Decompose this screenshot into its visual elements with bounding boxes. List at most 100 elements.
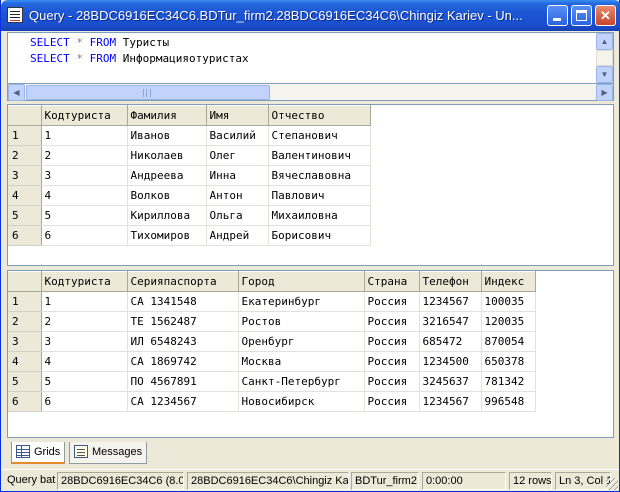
table-row[interactable]: 2 2 Николаев Олег Валентинович: [8, 145, 371, 166]
table-row[interactable]: 6 6 Тихомиров Андрей Борисович: [8, 225, 371, 246]
row-number-cell[interactable]: 2: [8, 145, 42, 166]
table-cell[interactable]: Павлович: [268, 185, 371, 206]
table-cell[interactable]: Россия: [364, 311, 420, 332]
editor-vertical-scrollbar[interactable]: ▲ ▼: [596, 33, 613, 83]
table-cell[interactable]: 3216547: [419, 311, 482, 332]
table-cell[interactable]: 2: [41, 145, 128, 166]
column-header[interactable]: Город: [238, 271, 365, 292]
table-cell[interactable]: Михаиловна: [268, 205, 371, 226]
table-cell[interactable]: 650378: [481, 351, 536, 372]
table-cell[interactable]: Олег: [206, 145, 269, 166]
row-number-cell[interactable]: 1: [8, 291, 42, 312]
row-number-cell[interactable]: 5: [8, 371, 42, 392]
tab-messages[interactable]: Messages: [69, 442, 148, 464]
scroll-up-button[interactable]: ▲: [596, 33, 613, 50]
row-number-cell[interactable]: 3: [8, 165, 42, 186]
table-cell[interactable]: Ростов: [238, 311, 365, 332]
column-header[interactable]: Кодтуриста: [41, 271, 128, 292]
column-header[interactable]: Индекс: [481, 271, 536, 292]
table-cell[interactable]: Валентинович: [268, 145, 371, 166]
minimize-button[interactable]: [547, 5, 568, 26]
table-row[interactable]: 5 5 Кириллова Ольга Михаиловна: [8, 205, 371, 226]
table-cell[interactable]: 3: [41, 165, 128, 186]
table-cell[interactable]: 100035: [481, 291, 536, 312]
table-row[interactable]: 6 6 CA 1234567 Новосибирск Россия 1234567 9965…: [8, 391, 536, 412]
corner-cell[interactable]: [8, 105, 42, 126]
table-cell[interactable]: 996548: [481, 391, 536, 412]
column-header[interactable]: Фамилия: [127, 105, 207, 126]
scroll-track[interactable]: [596, 50, 613, 66]
column-header[interactable]: Телефон: [419, 271, 482, 292]
table-cell[interactable]: Борисович: [268, 225, 371, 246]
table-cell[interactable]: 5: [41, 371, 128, 392]
table-cell[interactable]: 1: [41, 125, 128, 146]
sql-editor[interactable]: SELECT * FROM Туристы SELECT * FROM Инфо…: [7, 32, 614, 84]
table-cell[interactable]: Николаев: [127, 145, 207, 166]
table-row[interactable]: 3 3 Андреева Инна Вячеславовна: [8, 165, 371, 186]
table-cell[interactable]: 4: [41, 185, 128, 206]
table-cell[interactable]: 3: [41, 331, 128, 352]
horizontal-scroll-thumb[interactable]: [26, 85, 270, 100]
results-grid-1[interactable]: Кодтуриста Фамилия Имя Отчество 1 1 Иванов…: [7, 104, 614, 266]
table-cell[interactable]: Инна: [206, 165, 269, 186]
table-cell[interactable]: 6: [41, 391, 128, 412]
table-row[interactable]: 3 3 ИЛ 6548243 Оренбург Россия 685472 870054: [8, 331, 536, 352]
table-cell[interactable]: TE 1562487: [127, 311, 239, 332]
table-row[interactable]: 1 1 Иванов Василий Степанович: [8, 125, 371, 146]
table-cell[interactable]: 6: [41, 225, 128, 246]
table-cell[interactable]: Новосибирск: [238, 391, 365, 412]
table-cell[interactable]: Екатеринбург: [238, 291, 365, 312]
table-cell[interactable]: CA 1869742: [127, 351, 239, 372]
title-bar[interactable]: Query - 28BDC6916EC34C6.BDTur_firm2.28BD…: [1, 0, 620, 31]
scroll-right-button[interactable]: ▶: [596, 84, 613, 101]
row-number-cell[interactable]: 2: [8, 311, 42, 332]
table-cell[interactable]: ИЛ 6548243: [127, 331, 239, 352]
scroll-down-button[interactable]: ▼: [596, 66, 613, 83]
table-row[interactable]: 1 1 CA 1341548 Екатеринбург Россия 1234567 100…: [8, 291, 536, 312]
table-row[interactable]: 5 5 ПО 4567891 Санкт-Петербург Россия 3245637…: [8, 371, 536, 392]
row-number-cell[interactable]: 4: [8, 351, 42, 372]
table-cell[interactable]: 1: [41, 291, 128, 312]
table-cell[interactable]: 870054: [481, 331, 536, 352]
tab-grids[interactable]: Grids: [11, 442, 66, 464]
table-cell[interactable]: Россия: [364, 391, 420, 412]
sql-line-2[interactable]: SELECT * FROM Информацияотуристах: [30, 52, 249, 65]
table-row[interactable]: 4 4 Волков Антон Павлович: [8, 185, 371, 206]
table-cell[interactable]: Волков: [127, 185, 207, 206]
table-cell[interactable]: Вячеславовна: [268, 165, 371, 186]
table-cell[interactable]: Андрей: [206, 225, 269, 246]
sql-line-1[interactable]: SELECT * FROM Туристы: [30, 36, 169, 49]
results-grid-2[interactable]: Кодтуриста Серияпаспорта Город Страна Те…: [7, 270, 614, 438]
scroll-left-button[interactable]: ◀: [8, 84, 25, 101]
table-cell[interactable]: Ольга: [206, 205, 269, 226]
corner-cell[interactable]: [8, 271, 42, 292]
table-cell[interactable]: 5: [41, 205, 128, 226]
table-cell[interactable]: Россия: [364, 371, 420, 392]
table-cell[interactable]: 1234567: [419, 391, 482, 412]
table-cell[interactable]: Степанович: [268, 125, 371, 146]
column-header[interactable]: Серияпаспорта: [127, 271, 239, 292]
row-number-cell[interactable]: 5: [8, 205, 42, 226]
column-header[interactable]: Кодтуриста: [41, 105, 128, 126]
table-row[interactable]: 2 2 TE 1562487 Ростов Россия 3216547 120035: [8, 311, 536, 332]
table-cell[interactable]: ПО 4567891: [127, 371, 239, 392]
table-cell[interactable]: Россия: [364, 351, 420, 372]
table-cell[interactable]: Василий: [206, 125, 269, 146]
table-cell[interactable]: Россия: [364, 291, 420, 312]
editor-horizontal-scrollbar[interactable]: ◀ ▶: [7, 84, 614, 101]
table-cell[interactable]: 1234567: [419, 291, 482, 312]
table-cell[interactable]: Москва: [238, 351, 365, 372]
table-cell[interactable]: 4: [41, 351, 128, 372]
table-cell[interactable]: Андреева: [127, 165, 207, 186]
table-cell[interactable]: 685472: [419, 331, 482, 352]
column-header[interactable]: Имя: [206, 105, 269, 126]
table-cell[interactable]: Кириллова: [127, 205, 207, 226]
table-cell[interactable]: Тихомиров: [127, 225, 207, 246]
table-cell[interactable]: CA 1234567: [127, 391, 239, 412]
table-row[interactable]: 4 4 CA 1869742 Москва Россия 1234500 650378: [8, 351, 536, 372]
row-number-cell[interactable]: 4: [8, 185, 42, 206]
table-cell[interactable]: CA 1341548: [127, 291, 239, 312]
row-number-cell[interactable]: 3: [8, 331, 42, 352]
row-number-cell[interactable]: 6: [8, 391, 42, 412]
table-cell[interactable]: Россия: [364, 331, 420, 352]
